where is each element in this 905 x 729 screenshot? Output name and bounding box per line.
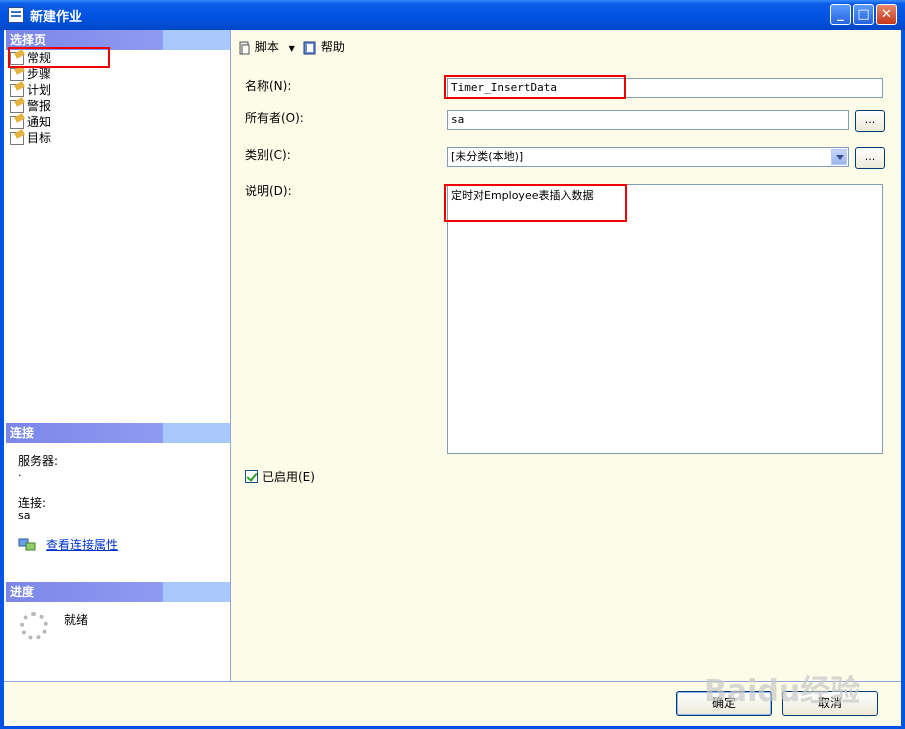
highlight-name <box>444 75 626 99</box>
page-notifications[interactable]: 通知 <box>10 114 51 130</box>
left-panel: 选择页 常规 步骤 计划 警报 通知 目标 连接 服务器: . 连接: sa 查… <box>6 30 231 681</box>
title-bar[interactable]: 新建作业 _ □ ✕ <box>0 0 905 30</box>
progress-status: 就绪 <box>64 613 89 627</box>
close-button[interactable]: ✕ <box>876 4 897 25</box>
page-icon <box>10 84 24 97</box>
page-icon <box>10 116 24 129</box>
script-icon <box>239 41 250 54</box>
connection-properties-icon <box>18 538 36 551</box>
owner-input[interactable]: sa <box>447 110 849 130</box>
category-browse-button[interactable]: ... <box>855 147 885 169</box>
server-label: 服务器: <box>18 454 59 468</box>
maximize-button[interactable]: □ <box>853 4 874 25</box>
job-dialog-window: 新建作业 _ □ ✕ 选择页 常规 步骤 计划 警报 通知 目标 连接 服务器:… <box>0 0 905 729</box>
page-notifications-label: 通知 <box>27 115 52 129</box>
chevron-down-icon: ▼ <box>288 44 295 53</box>
description-textarea[interactable]: 定时对Employee表插入数据 <box>447 184 883 454</box>
description-label: 说明(D): <box>245 184 292 198</box>
page-steps[interactable]: 步骤 <box>10 66 51 82</box>
page-icon <box>10 132 24 145</box>
highlight-description <box>444 184 627 222</box>
help-label: 帮助 <box>320 40 345 54</box>
page-alerts-label: 警报 <box>27 99 52 113</box>
connection-value: sa <box>18 509 31 522</box>
page-targets-label: 目标 <box>27 131 52 145</box>
sql-agent-job-icon <box>8 7 24 23</box>
page-schedules-label: 计划 <box>27 83 52 97</box>
page-alerts[interactable]: 警报 <box>10 98 51 114</box>
category-select[interactable]: [未分类(本地)] <box>447 147 849 167</box>
page-icon <box>10 68 24 81</box>
page-targets[interactable]: 目标 <box>10 130 51 146</box>
highlight-general <box>8 47 110 68</box>
owner-label: 所有者(O): <box>245 111 304 125</box>
progress-header: 进度 <box>6 582 230 602</box>
dialog-body: 选择页 常规 步骤 计划 警报 通知 目标 连接 服务器: . 连接: sa 查… <box>4 30 901 726</box>
script-label: 脚本 <box>254 40 279 54</box>
page-steps-label: 步骤 <box>27 67 52 81</box>
enabled-checkbox[interactable] <box>245 470 258 483</box>
connection-header: 连接 <box>6 423 230 443</box>
enabled-label: 已启用(E) <box>262 470 315 484</box>
general-page-form: 名称(N): Timer_InsertData 所有者(O): sa ... 类… <box>231 60 901 681</box>
help-button[interactable]: 帮助 <box>303 38 345 55</box>
minimize-button[interactable]: _ <box>830 4 851 25</box>
category-selected-value: [未分类(本地)] <box>451 150 524 163</box>
help-icon <box>303 41 316 54</box>
server-value: . <box>18 466 22 479</box>
script-button[interactable]: 脚本 ▼ <box>237 38 295 55</box>
watermark: Baidu经验 <box>704 674 861 709</box>
view-connection-properties-link[interactable]: 查看连接属性 <box>46 536 118 553</box>
page-icon <box>10 100 24 113</box>
window-title: 新建作业 <box>30 10 83 25</box>
category-label: 类别(C): <box>245 148 291 162</box>
toolbar: 脚本 ▼ 帮助 <box>231 30 901 60</box>
name-label: 名称(N): <box>245 79 292 93</box>
dropdown-arrow-icon[interactable] <box>831 149 847 165</box>
owner-browse-button[interactable]: ... <box>855 110 885 132</box>
progress-spinner-icon <box>20 612 48 640</box>
page-schedules[interactable]: 计划 <box>10 82 51 98</box>
